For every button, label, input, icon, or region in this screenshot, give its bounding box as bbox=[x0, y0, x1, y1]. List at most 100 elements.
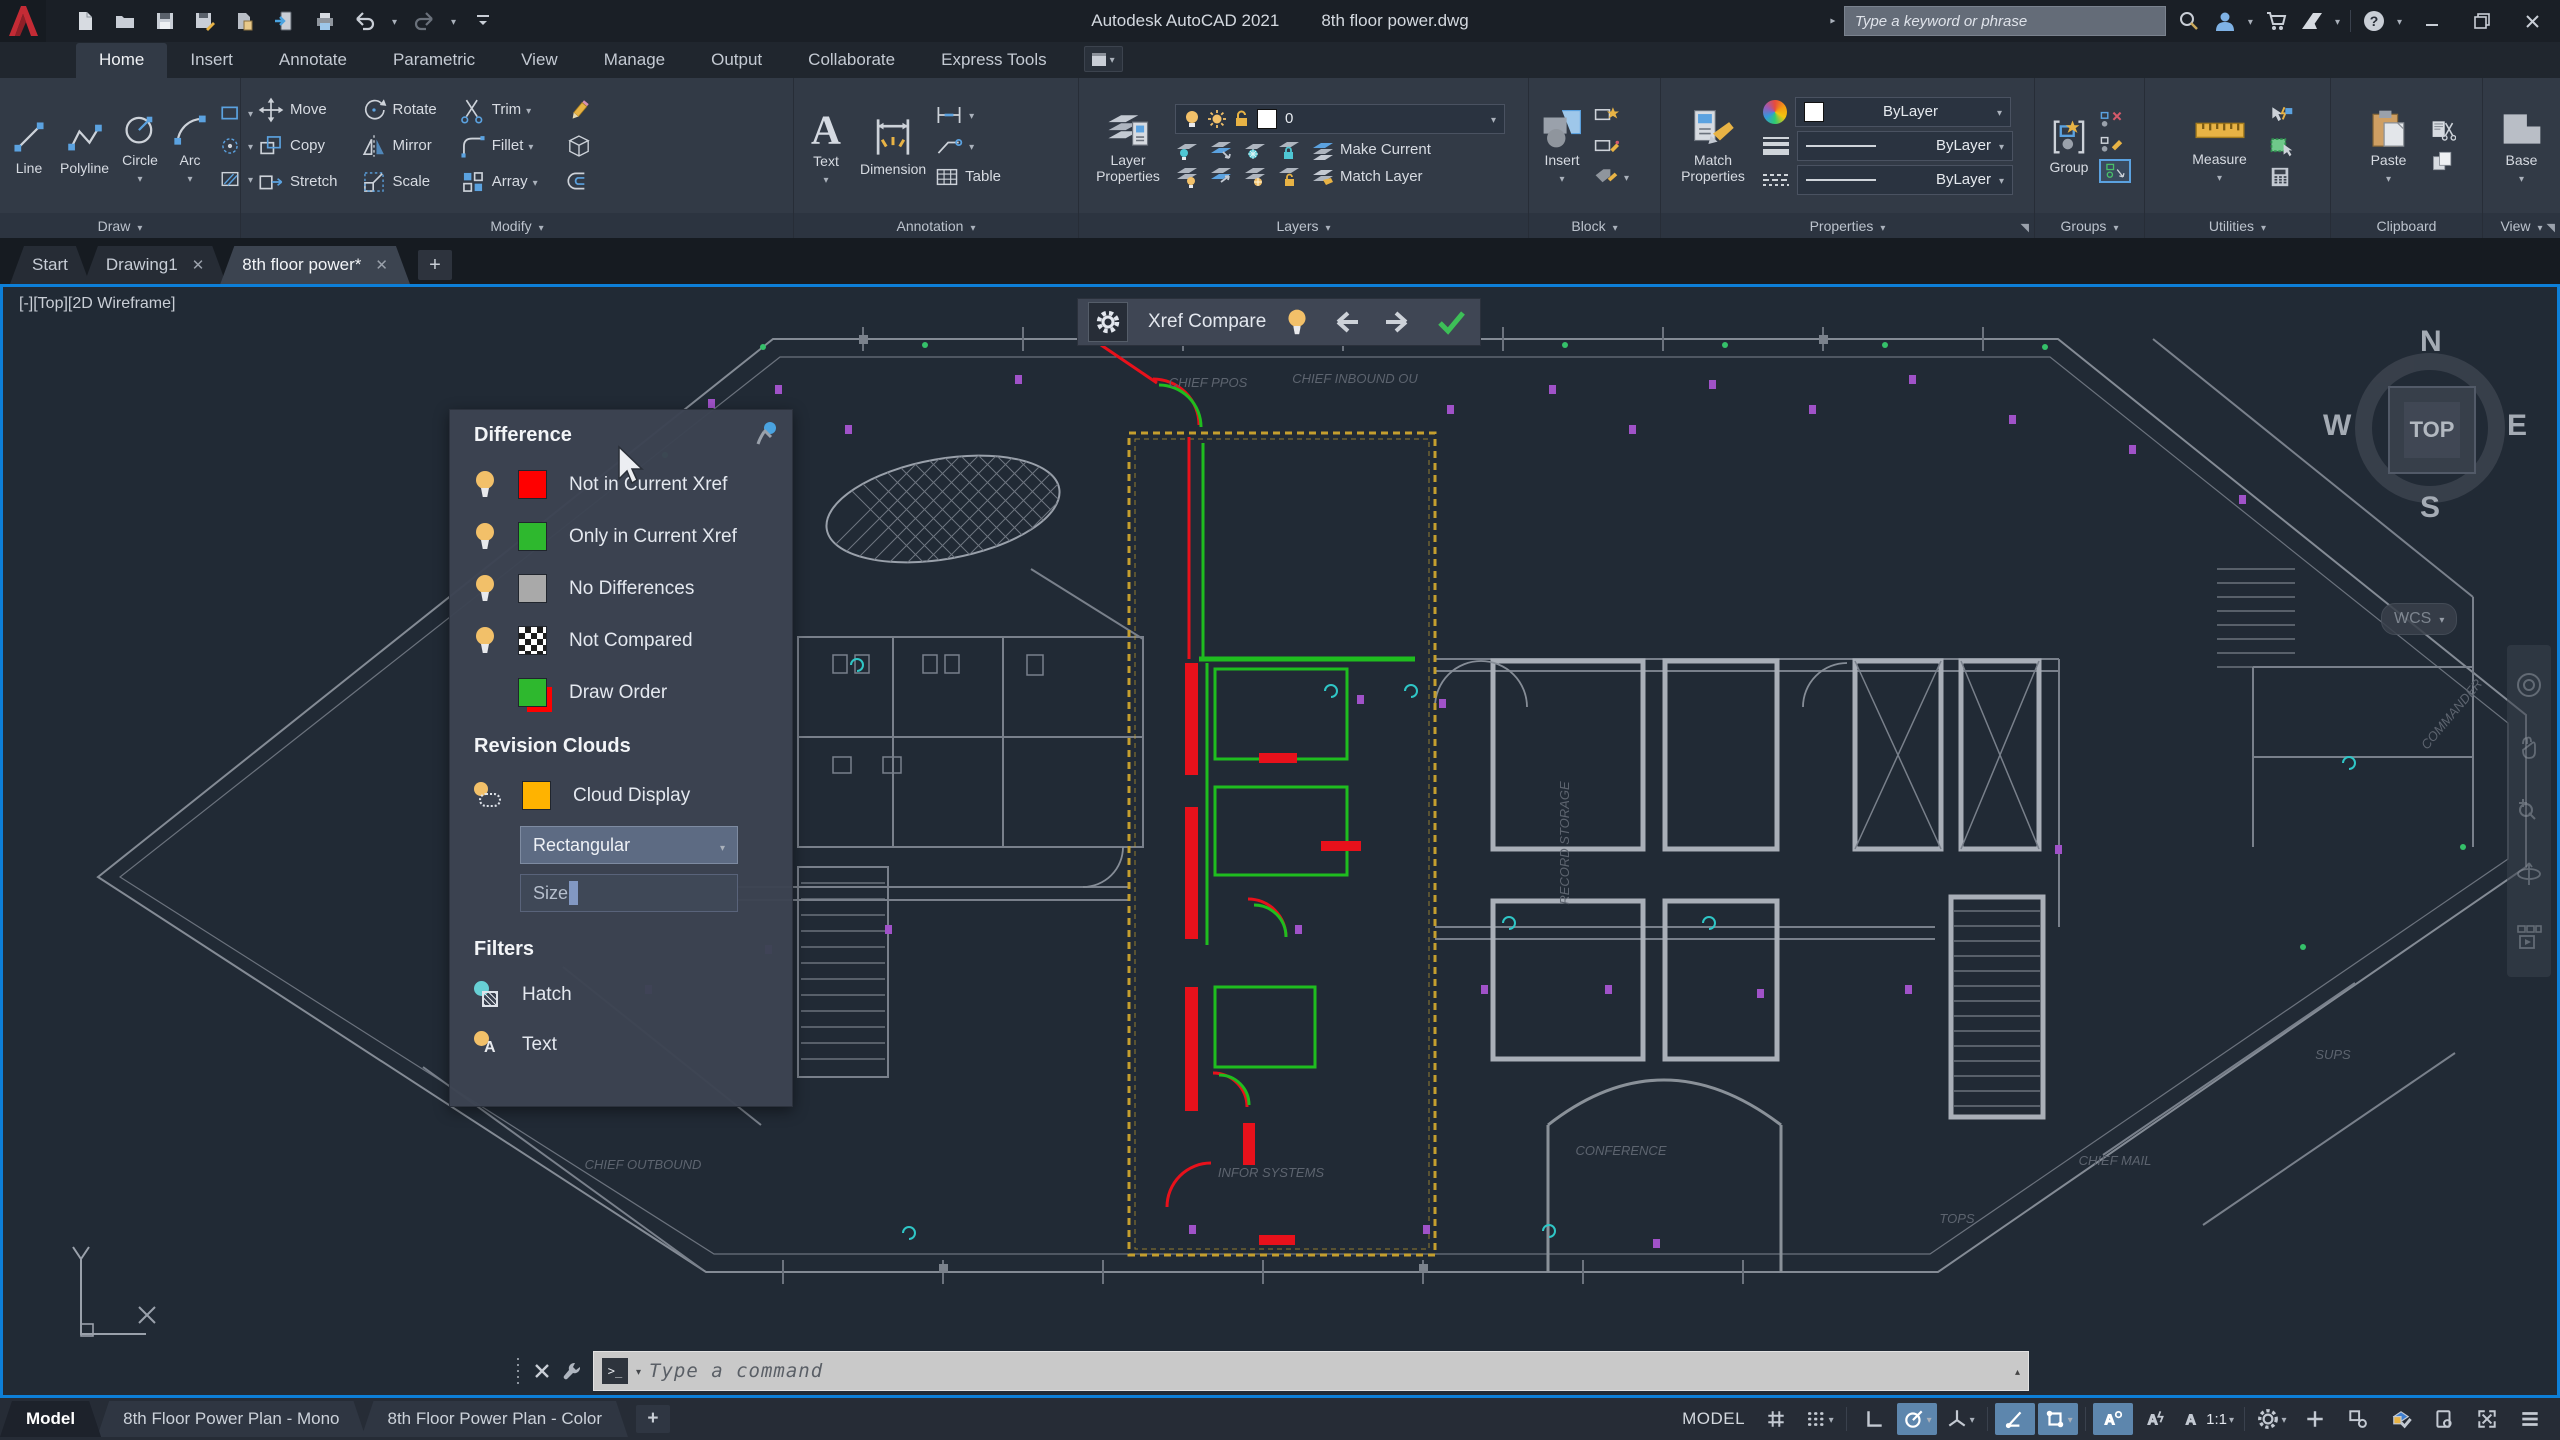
object-snap-toggle[interactable] bbox=[2038, 1403, 2079, 1435]
previous-diff-arrow-icon[interactable] bbox=[1328, 310, 1362, 334]
command-input[interactable]: >_ Type a command bbox=[593, 1351, 2029, 1391]
pan-icon[interactable] bbox=[2515, 734, 2543, 762]
erase-button[interactable] bbox=[566, 98, 592, 124]
search-icon[interactable] bbox=[2176, 8, 2202, 34]
fillet-button[interactable]: Fillet bbox=[459, 132, 538, 160]
units-button[interactable] bbox=[2295, 1403, 2335, 1435]
close-tab-icon[interactable] bbox=[375, 255, 388, 275]
copy-button[interactable]: Copy bbox=[257, 132, 338, 160]
isolate-objects-button[interactable] bbox=[2338, 1403, 2378, 1435]
dimension-button[interactable]: Dimension bbox=[856, 82, 930, 209]
stretch-button[interactable]: Stretch bbox=[257, 168, 338, 196]
view-dialog-launcher[interactable]: ◥ bbox=[2547, 221, 2555, 234]
rotate-button[interactable]: Rotate bbox=[360, 96, 437, 124]
groups-panel-label[interactable]: Groups bbox=[2035, 213, 2144, 238]
viewport-controls-label[interactable]: [-][Top][2D Wireframe] bbox=[19, 295, 175, 313]
tab-output[interactable]: Output bbox=[688, 43, 785, 78]
linetype-caret[interactable] bbox=[1999, 171, 2004, 188]
showmotion-icon[interactable] bbox=[2515, 923, 2543, 951]
command-history-caret[interactable] bbox=[2015, 1362, 2020, 1380]
grid-toggle[interactable] bbox=[1756, 1403, 1796, 1435]
group-edit-button[interactable] bbox=[2099, 134, 2131, 154]
polar-tracking-toggle[interactable] bbox=[1897, 1403, 1938, 1435]
autodesk-logo-icon[interactable] bbox=[2299, 8, 2325, 34]
cart-icon[interactable] bbox=[2263, 8, 2289, 34]
toggle-bulb-icon[interactable] bbox=[474, 471, 496, 498]
arc-button[interactable]: Arc bbox=[167, 82, 213, 209]
modify-panel-label[interactable]: Modify bbox=[241, 213, 793, 238]
utilities-panel-label[interactable]: Utilities bbox=[2145, 213, 2330, 238]
ribbon-display-toggle[interactable] bbox=[1083, 46, 1123, 72]
close-icon[interactable] bbox=[2512, 6, 2552, 36]
layer-lock-tool-icon[interactable] bbox=[1277, 139, 1301, 161]
layer-freeze-tool-icon[interactable] bbox=[1243, 139, 1267, 161]
autocad-logo-icon[interactable] bbox=[0, 0, 46, 42]
next-diff-arrow-icon[interactable] bbox=[1382, 310, 1416, 334]
layer-thaw-tool-icon[interactable] bbox=[1243, 166, 1267, 188]
pin-icon[interactable] bbox=[754, 420, 780, 448]
autoscale-toggle[interactable]: A bbox=[2136, 1403, 2176, 1435]
layer-select-combo[interactable]: 0 bbox=[1175, 103, 1505, 134]
new-icon[interactable] bbox=[72, 8, 98, 34]
viewcube-south[interactable]: S bbox=[2420, 491, 2440, 525]
snap-toggle[interactable] bbox=[1799, 1403, 1839, 1435]
layout-tab-mono[interactable]: 8th Floor Power Plan - Mono bbox=[97, 1401, 365, 1437]
quick-calc-button[interactable] bbox=[2268, 166, 2294, 188]
xref-settings-button[interactable] bbox=[1088, 302, 1128, 342]
new-drawing-tab-button[interactable] bbox=[417, 250, 452, 280]
save-icon[interactable] bbox=[152, 8, 178, 34]
orbit-icon[interactable] bbox=[2515, 860, 2543, 888]
drawing-canvas[interactable]: CHIEF PPOS CHIEF INBOUND OU RECORD STORA… bbox=[0, 284, 2560, 1398]
close-tab-icon[interactable] bbox=[192, 255, 205, 275]
tab-express-tools[interactable]: Express Tools bbox=[918, 43, 1070, 78]
restore-icon[interactable] bbox=[2462, 6, 2502, 36]
signin-caret-icon[interactable] bbox=[2248, 12, 2253, 30]
properties-dialog-launcher[interactable]: ◥ bbox=[2021, 221, 2029, 234]
model-space-toggle[interactable]: MODEL bbox=[1682, 1409, 1745, 1429]
open-web-mobile-icon[interactable] bbox=[232, 8, 258, 34]
edit-block-button[interactable] bbox=[1593, 135, 1629, 157]
save-web-mobile-icon[interactable] bbox=[272, 8, 298, 34]
toggle-bulb-icon[interactable] bbox=[474, 523, 496, 550]
object-snap-tracking-toggle[interactable] bbox=[1995, 1403, 2036, 1435]
table-button[interactable]: Table bbox=[934, 166, 1001, 188]
layer-unlock-tool-icon[interactable] bbox=[1277, 166, 1301, 188]
copy-clip-button[interactable] bbox=[2430, 150, 2456, 172]
tab-insert[interactable]: Insert bbox=[167, 43, 256, 78]
cloud-size-input[interactable]: Size bbox=[520, 874, 738, 912]
isometric-drafting-toggle[interactable] bbox=[1940, 1403, 1980, 1435]
cloud-shape-dropdown[interactable]: Rectangular bbox=[520, 826, 738, 864]
select-similar-button[interactable] bbox=[2268, 135, 2294, 157]
annotation-visibility-toggle[interactable]: A bbox=[2093, 1403, 2134, 1435]
plot-icon[interactable] bbox=[312, 8, 338, 34]
green-swatch[interactable] bbox=[518, 522, 547, 551]
cloud-bulb-icon[interactable] bbox=[474, 782, 501, 809]
new-layout-button[interactable] bbox=[635, 1405, 670, 1433]
zoom-icon[interactable] bbox=[2515, 797, 2543, 825]
polyline-button[interactable]: Polyline bbox=[56, 82, 113, 209]
make-current-button[interactable]: Make Current bbox=[1311, 139, 1431, 161]
dim-style-button[interactable] bbox=[934, 104, 1001, 126]
array-button[interactable]: Array bbox=[459, 168, 538, 196]
ungroup-button[interactable] bbox=[2099, 109, 2131, 129]
checker-swatch[interactable] bbox=[518, 626, 547, 655]
tab-annotate[interactable]: Annotate bbox=[256, 43, 370, 78]
tab-parametric[interactable]: Parametric bbox=[370, 43, 498, 78]
explode-button[interactable] bbox=[566, 133, 592, 159]
move-button[interactable]: Move bbox=[257, 96, 338, 124]
edit-attributes-button[interactable] bbox=[1593, 166, 1629, 188]
object-color-combo[interactable]: ByLayer bbox=[1795, 96, 2011, 127]
linetype-combo[interactable]: ByLayer bbox=[1797, 164, 2013, 195]
mirror-button[interactable]: Mirror bbox=[360, 132, 437, 160]
layer-properties-button[interactable]: Layer Properties bbox=[1085, 82, 1171, 209]
cut-button[interactable] bbox=[2430, 119, 2456, 141]
match-properties-button[interactable]: Match Properties bbox=[1667, 82, 1759, 209]
leader-button[interactable] bbox=[934, 135, 1001, 157]
undo-caret-icon[interactable] bbox=[392, 12, 397, 30]
layer-off-tool-icon[interactable] bbox=[1175, 139, 1199, 161]
clean-screen-button[interactable] bbox=[2467, 1403, 2507, 1435]
viewcube-top-face[interactable]: TOP bbox=[2388, 386, 2476, 474]
viewcube-north[interactable]: N bbox=[2420, 325, 2442, 359]
object-color-caret[interactable] bbox=[1997, 103, 2002, 120]
annotation-scale-button[interactable]: A 1:1 bbox=[2179, 1403, 2237, 1435]
